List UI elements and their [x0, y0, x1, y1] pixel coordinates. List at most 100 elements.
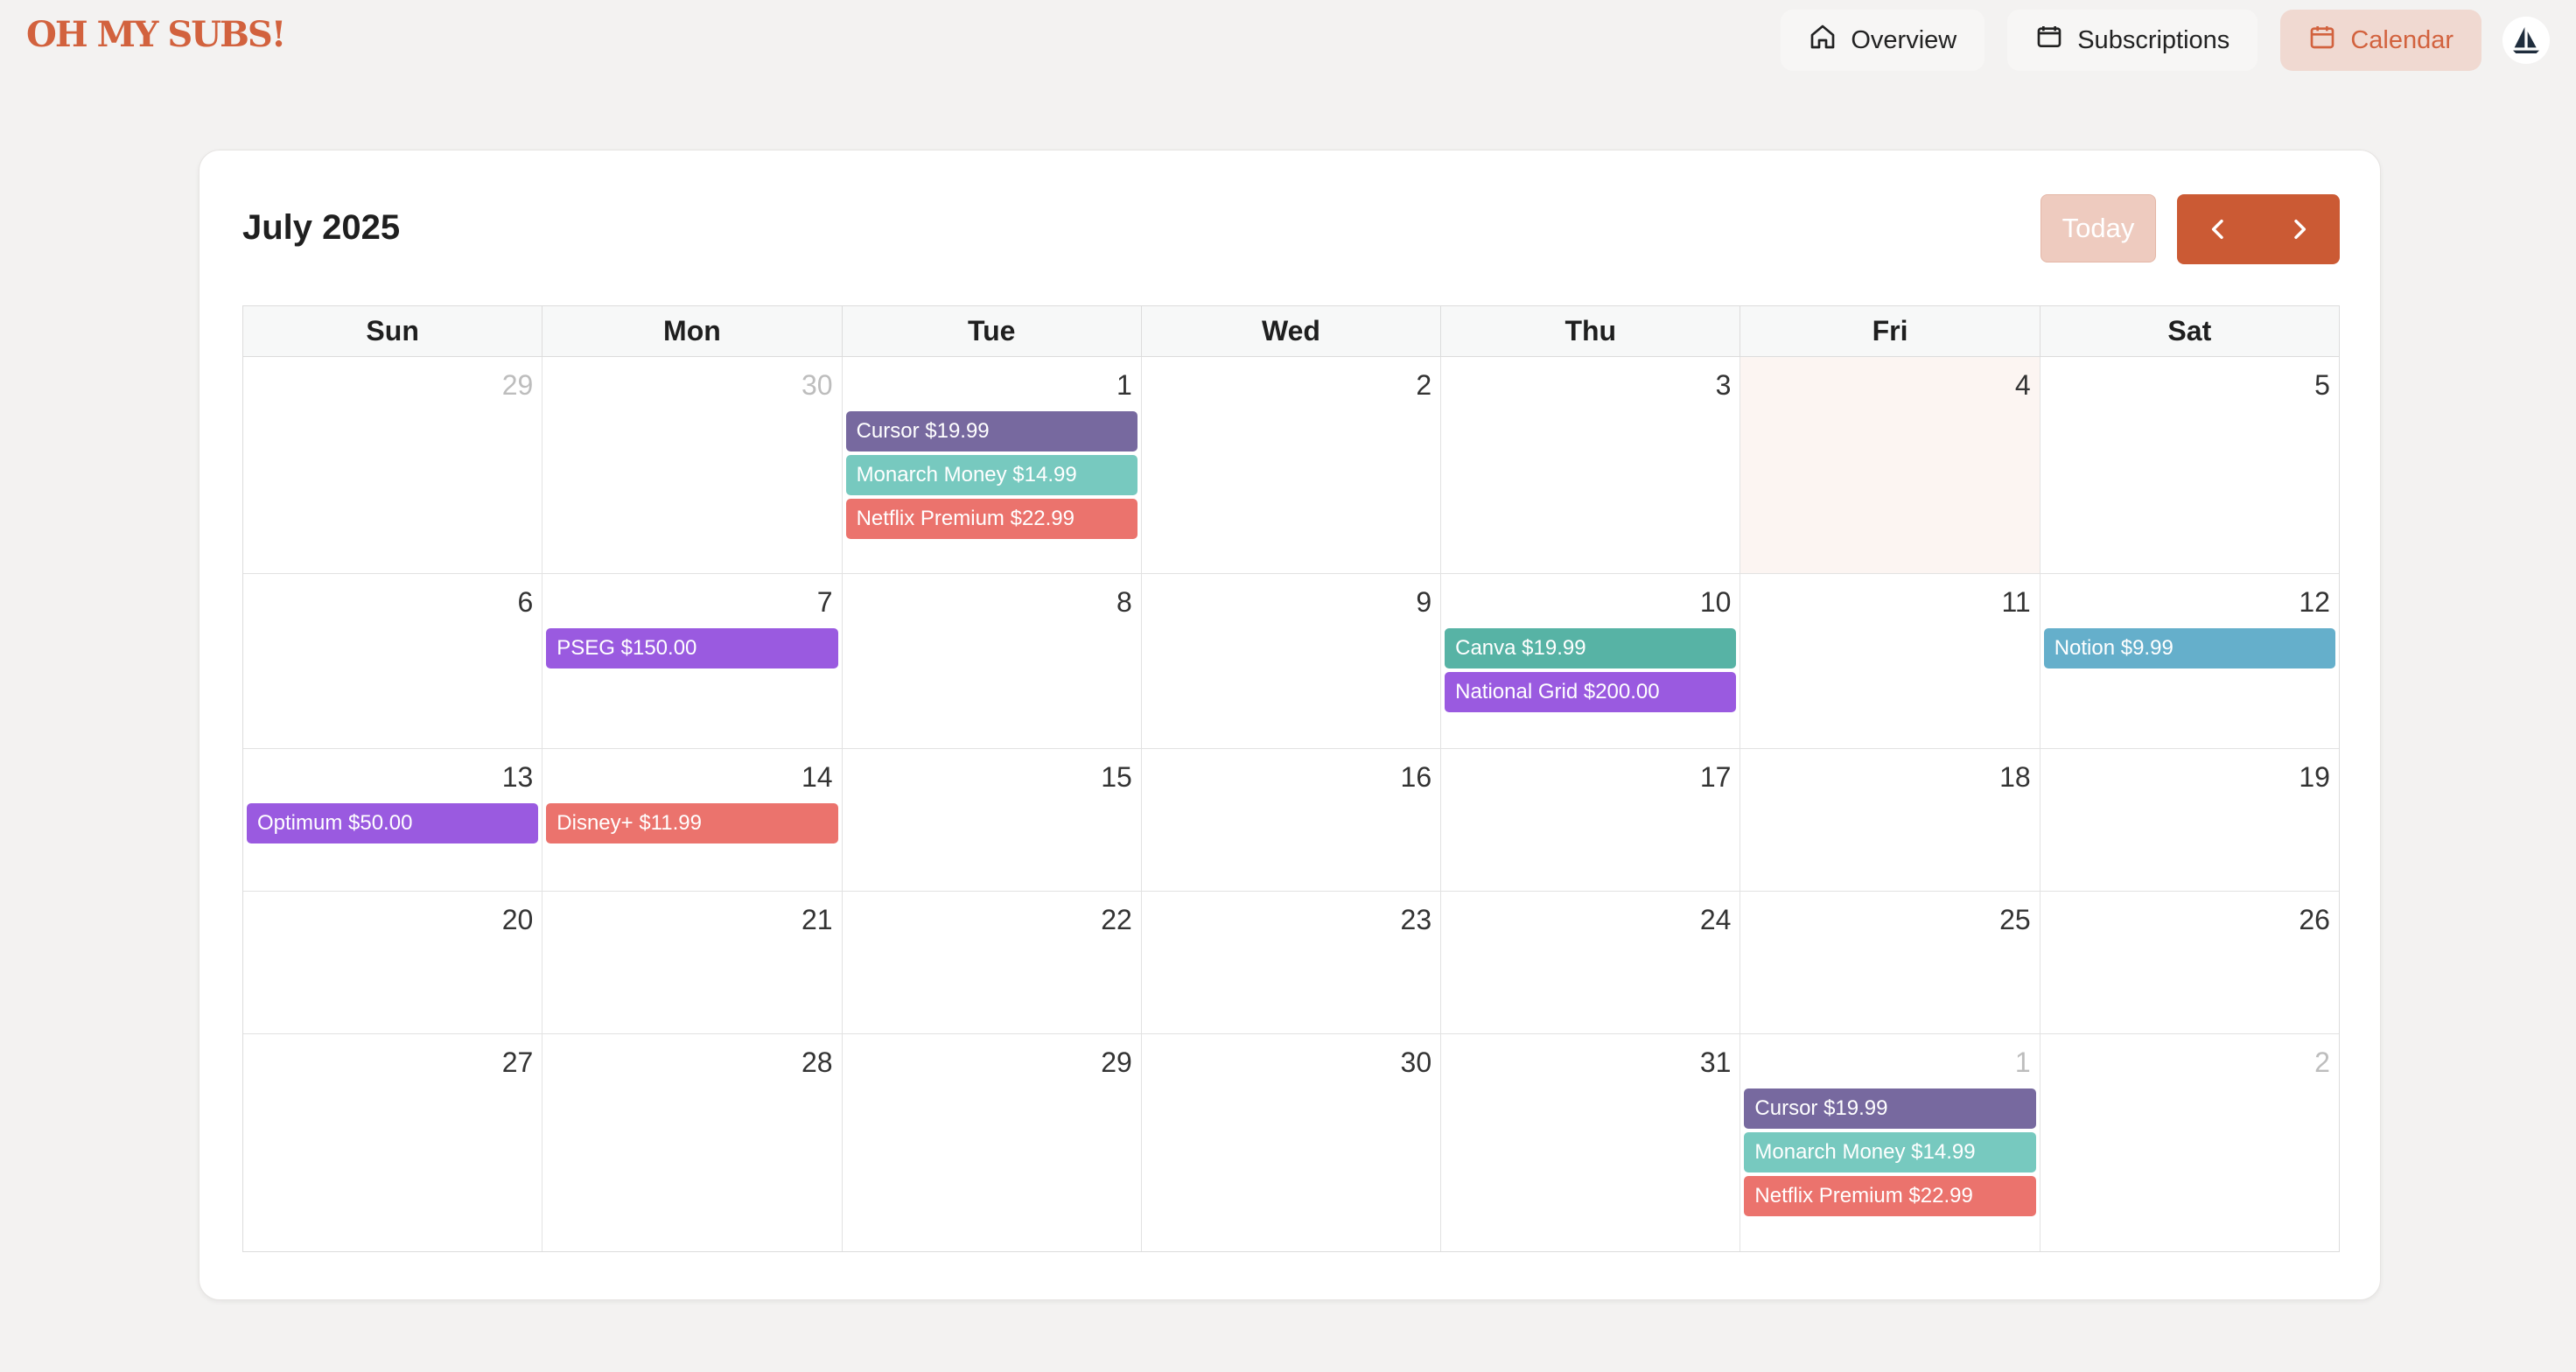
event-chip[interactable]: PSEG $150.00 — [546, 628, 838, 668]
event-chip[interactable]: Canva $19.99 — [1445, 628, 1737, 668]
top-nav: Overview Subscriptions Calendar — [1781, 10, 2550, 71]
event-chip[interactable]: Cursor $19.99 — [845, 411, 1138, 452]
day-cell[interactable]: 26 — [2040, 892, 2339, 1033]
day-cell[interactable]: 6 — [243, 574, 543, 748]
day-cell[interactable]: 17 — [1441, 749, 1741, 891]
day-cell[interactable]: 11 — [1740, 574, 2040, 748]
day-cell[interactable]: 29 — [243, 357, 543, 573]
prev-month-button[interactable] — [2177, 194, 2258, 264]
month-nav-group — [2177, 194, 2340, 264]
weekday-thu: Thu — [1441, 306, 1741, 356]
day-number: 16 — [1400, 761, 1432, 793]
day-number: 30 — [801, 369, 833, 401]
weekday-fri: Fri — [1740, 306, 2040, 356]
day-number: 10 — [1699, 586, 1732, 618]
nav-calendar-label: Calendar — [2350, 25, 2454, 54]
day-cell[interactable]: 31 — [1441, 1034, 1741, 1251]
day-cell[interactable]: 10 Canva $19.99 National Grid $200.00 — [1441, 574, 1741, 748]
nav-overview-label: Overview — [1851, 25, 1957, 54]
day-cell[interactable]: 16 — [1142, 749, 1442, 891]
day-number: 14 — [801, 761, 833, 793]
today-button[interactable]: Today — [2040, 194, 2156, 262]
event-chip[interactable]: Monarch Money $14.99 — [1744, 1132, 2036, 1172]
calendar-grid: Sun Mon Tue Wed Thu Fri Sat 29 30 1 Cursor … — [242, 305, 2340, 1252]
day-cell[interactable]: 8 — [843, 574, 1142, 748]
day-number: 28 — [801, 1046, 833, 1078]
day-number: 2 — [2314, 1046, 2330, 1078]
weekday-mon: Mon — [542, 306, 843, 356]
day-cell[interactable]: 20 — [243, 892, 543, 1033]
day-cell[interactable]: 15 — [843, 749, 1142, 891]
day-cell[interactable]: 1 Cursor $19.99 Monarch Money $14.99 Netfli… — [843, 357, 1142, 573]
calendar-weeks: 29 30 1 Cursor $19.99 Monarch Money $14.99 Ne… — [243, 357, 2339, 1251]
calendar-card: July 2025 Today Sun Mon Tue Wed Thu Fri … — [199, 150, 2381, 1300]
event-chip[interactable]: Monarch Money $14.99 — [845, 455, 1138, 495]
day-number: 1 — [2014, 1046, 2031, 1078]
week-row: 29 30 1 Cursor $19.99 Monarch Money $14.99 Ne… — [243, 357, 2339, 574]
day-number: 18 — [1999, 761, 2031, 793]
day-cell[interactable]: 30 — [1142, 1034, 1442, 1251]
day-cell[interactable]: 5 — [2040, 357, 2339, 573]
nav-subscriptions-button[interactable]: Subscriptions — [2007, 10, 2258, 71]
event-chip[interactable]: Cursor $19.99 — [1744, 1088, 2036, 1129]
day-cell[interactable]: 7 PSEG $150.00 — [542, 574, 843, 748]
event-chip[interactable]: Disney+ $11.99 — [546, 803, 838, 844]
day-cell[interactable]: 29 — [843, 1034, 1142, 1251]
day-number: 15 — [1101, 761, 1132, 793]
day-cell[interactable]: 24 — [1441, 892, 1741, 1033]
day-cell[interactable]: 21 — [542, 892, 843, 1033]
day-cell[interactable]: 27 — [243, 1034, 543, 1251]
week-row: 20 21 22 23 24 25 26 — [243, 892, 2339, 1034]
day-cell[interactable]: 18 — [1740, 749, 2040, 891]
nav-overview-button[interactable]: Overview — [1781, 10, 1985, 71]
day-number: 4 — [2014, 369, 2031, 401]
day-number: 27 — [501, 1046, 534, 1078]
day-number: 26 — [2299, 904, 2330, 935]
nav-subscriptions-label: Subscriptions — [2077, 25, 2230, 54]
day-number: 24 — [1699, 904, 1732, 935]
week-row: 27 28 29 30 31 1 Cursor $19.99 Monarch Money $1… — [243, 1034, 2339, 1251]
day-cell[interactable]: 30 — [542, 357, 843, 573]
day-number: 25 — [1999, 904, 2031, 935]
day-cell[interactable]: 2 — [1142, 357, 1442, 573]
day-number: 3 — [1715, 369, 1732, 401]
day-cell[interactable]: 14 Disney+ $11.99 — [542, 749, 843, 891]
day-number: 31 — [1699, 1046, 1732, 1078]
event-chip[interactable]: Netflix Premium $22.99 — [1744, 1176, 2036, 1216]
day-cell[interactable]: 19 — [2040, 749, 2339, 891]
day-cell[interactable]: 3 — [1441, 357, 1741, 573]
day-number: 12 — [2299, 586, 2330, 618]
calendar-icon — [2308, 23, 2336, 58]
day-number: 11 — [2001, 586, 2031, 618]
chevron-left-icon — [2211, 219, 2223, 240]
event-chip[interactable]: Notion $9.99 — [2043, 628, 2335, 668]
event-chip[interactable]: Optimum $50.00 — [247, 803, 539, 844]
day-number: 30 — [1400, 1046, 1432, 1078]
day-cell[interactable]: 4 — [1740, 357, 2040, 573]
day-cell[interactable]: 28 — [542, 1034, 843, 1251]
day-number: 5 — [2314, 369, 2330, 401]
event-chip[interactable]: Netflix Premium $22.99 — [845, 499, 1138, 539]
chevron-right-icon — [2293, 219, 2306, 240]
week-row: 13 Optimum $50.00 14 Disney+ $11.99 15 16 17 18… — [243, 749, 2339, 892]
day-cell[interactable]: 2 — [2040, 1034, 2339, 1251]
day-cell[interactable]: 1 Cursor $19.99 Monarch Money $14.99 Netfli… — [1740, 1034, 2040, 1251]
day-number: 23 — [1400, 904, 1432, 935]
nav-calendar-button[interactable]: Calendar — [2280, 10, 2482, 71]
day-cell[interactable]: 25 — [1740, 892, 2040, 1033]
day-cell[interactable]: 23 — [1142, 892, 1442, 1033]
next-month-button[interactable] — [2258, 194, 2340, 264]
avatar[interactable] — [2502, 17, 2550, 64]
day-cell[interactable]: 9 — [1142, 574, 1442, 748]
day-number: 22 — [1101, 904, 1132, 935]
day-number: 8 — [1116, 586, 1132, 618]
wallet-icon — [2035, 23, 2063, 58]
day-cell[interactable]: 12 Notion $9.99 — [2040, 574, 2339, 748]
app-logo[interactable]: OH MY SUBS! — [26, 14, 286, 55]
day-cell[interactable]: 22 — [843, 892, 1142, 1033]
event-chip[interactable]: National Grid $200.00 — [1445, 672, 1737, 712]
weekday-tue: Tue — [843, 306, 1142, 356]
day-cell[interactable]: 13 Optimum $50.00 — [243, 749, 543, 891]
weekday-wed: Wed — [1142, 306, 1442, 356]
day-number: 13 — [501, 761, 534, 793]
